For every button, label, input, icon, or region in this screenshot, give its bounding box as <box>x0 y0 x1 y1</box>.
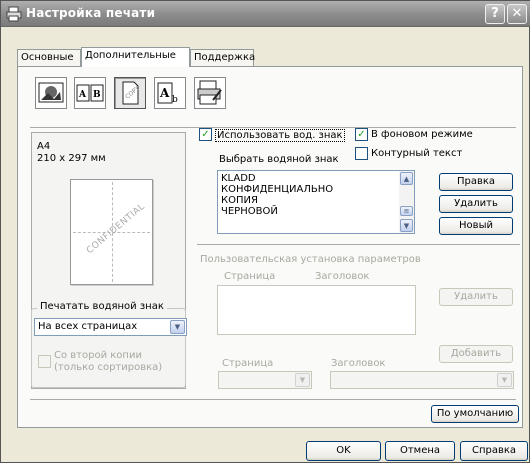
bottom-divider <box>30 399 516 400</box>
choose-watermark-label: Выбрать водяной знак <box>219 154 339 165</box>
svg-text:A: A <box>78 90 87 100</box>
second-copy-label: Со второй копии (только сортировка) <box>54 350 163 373</box>
scroll-down-icon[interactable]: ▼ <box>400 219 413 232</box>
close-button[interactable]: ✕ <box>507 4 527 24</box>
use-watermark-checkbox[interactable]: ✓ <box>199 128 212 141</box>
custom-page-select[interactable]: ▼ <box>218 371 312 389</box>
paper-info: A4 210 x 297 мм <box>37 141 106 165</box>
svg-text:A: A <box>159 86 170 100</box>
custom-page-column: Страница <box>224 271 276 282</box>
tab-advanced[interactable]: Дополнительные <box>81 47 190 67</box>
scroll-thumb[interactable]: ≡ <box>400 206 413 216</box>
custom-delete-button[interactable]: Удалить <box>439 288 513 306</box>
watermark-list[interactable]: KLADD КОНФИДЕНЦИАЛЬНО КОПИЯ ЧЕРНОВОЙ ▲ ≡… <box>217 170 415 234</box>
delete-watermark-button[interactable]: Удалить <box>439 195 513 213</box>
svg-text:b: b <box>172 95 178 105</box>
background-label[interactable]: В фоновом режиме <box>371 129 473 140</box>
scroll-up-icon[interactable]: ▲ <box>400 172 413 185</box>
paper-name: A4 <box>37 141 51 152</box>
list-item[interactable]: ЧЕРНОВОЙ <box>218 206 414 217</box>
cancel-button[interactable]: Отмена <box>385 441 455 461</box>
custom-header-select[interactable]: ▼ <box>330 371 514 389</box>
page-setup-icon[interactable]: A b <box>154 77 186 109</box>
custom-header-label: Заголовок <box>331 358 386 369</box>
use-watermark-label[interactable]: Использовать вод. знак <box>215 129 345 142</box>
custom-header-column: Заголовок <box>315 271 370 282</box>
default-button[interactable]: По умолчанию <box>431 405 519 423</box>
outline-text-checkbox[interactable] <box>355 147 368 160</box>
custom-settings-list[interactable] <box>217 285 416 335</box>
custom-settings-title: Пользовательская установка параметров <box>200 254 421 265</box>
help-title-button[interactable]: ? <box>485 4 505 24</box>
list-item[interactable]: КОНФИДЕНЦИАЛЬНО <box>218 184 414 195</box>
tab-basic[interactable]: Основные <box>17 49 81 66</box>
list-item[interactable]: КОПИЯ <box>218 195 414 206</box>
printer-icon <box>6 6 22 22</box>
custom-add-button[interactable]: Добавить <box>439 345 513 363</box>
help-button[interactable]: Справка <box>460 441 528 461</box>
quality-icon[interactable] <box>35 77 67 109</box>
background-checkbox[interactable]: ✓ <box>355 128 368 141</box>
watermark-icon[interactable]: COPY <box>114 77 146 109</box>
paper-dimensions: 210 x 297 мм <box>37 153 106 164</box>
edit-watermark-button[interactable]: Правка <box>439 173 513 191</box>
chevron-down-icon[interactable]: ▼ <box>295 373 310 387</box>
device-options-icon[interactable] <box>194 77 226 109</box>
svg-text:B: B <box>93 90 101 100</box>
title-bar[interactable]: Настройка печати ? ✕ <box>1 1 530 27</box>
print-watermark-legend: Печатать водяной знак <box>37 301 167 312</box>
tab-support[interactable]: Поддержка <box>190 49 255 66</box>
second-copy-checkbox[interactable] <box>38 355 51 368</box>
chevron-down-icon[interactable]: ▼ <box>497 373 512 387</box>
ok-button[interactable]: OK <box>306 441 381 461</box>
outline-text-label[interactable]: Контурный текст <box>371 148 462 159</box>
page-preview: CONFIDENTIAL <box>70 179 153 285</box>
print-watermark-value: На всех страницах <box>38 321 138 332</box>
custom-page-label: Страница <box>222 358 274 369</box>
list-scrollbar[interactable]: ▲ ≡ ▼ <box>399 171 414 233</box>
window-title: Настройка печати <box>26 6 156 20</box>
preview-watermark-text: CONFIDENTIAL <box>84 201 148 257</box>
print-watermark-select[interactable]: На всех страницах ▼ <box>34 318 187 336</box>
list-item[interactable]: KLADD <box>218 171 414 184</box>
new-watermark-button[interactable]: Новый <box>439 217 513 235</box>
toolbar-divider <box>30 127 516 128</box>
print-settings-dialog: Настройка печати ? ✕ Основные Дополнител… <box>0 0 530 463</box>
duplex-icon[interactable]: A B <box>74 77 106 109</box>
chevron-down-icon[interactable]: ▼ <box>170 320 185 334</box>
custom-divider <box>197 244 520 245</box>
